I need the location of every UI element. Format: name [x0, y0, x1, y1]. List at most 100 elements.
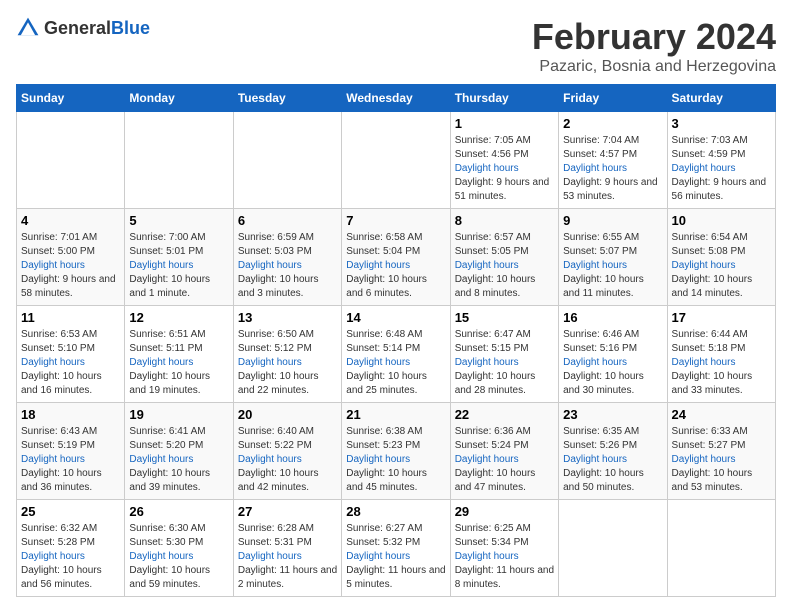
- daylight-label: Daylight hours: [346, 454, 410, 465]
- header-day-monday: Monday: [125, 85, 233, 112]
- week-row-3: 11Sunrise: 6:53 AMSunset: 5:10 PMDayligh…: [17, 306, 776, 403]
- calendar-cell: [342, 112, 450, 209]
- day-number: 5: [129, 213, 228, 228]
- day-info: Sunrise: 6:44 AMSunset: 5:18 PMDaylight …: [672, 328, 771, 398]
- calendar-cell: [559, 500, 667, 597]
- header-day-tuesday: Tuesday: [233, 85, 341, 112]
- day-info: Sunrise: 7:05 AMSunset: 4:56 PMDaylight …: [455, 134, 554, 204]
- daylight-label: Daylight hours: [455, 551, 519, 562]
- day-info: Sunrise: 6:33 AMSunset: 5:27 PMDaylight …: [672, 425, 771, 495]
- day-info: Sunrise: 6:35 AMSunset: 5:26 PMDaylight …: [563, 425, 662, 495]
- daylight-label: Daylight hours: [21, 551, 85, 562]
- calendar-cell: 7Sunrise: 6:58 AMSunset: 5:04 PMDaylight…: [342, 209, 450, 306]
- daylight-label: Daylight hours: [129, 357, 193, 368]
- daylight-label: Daylight hours: [21, 454, 85, 465]
- calendar-cell: 10 Sunrise: 6:54 AMSunset: 5:08 PMDayligh…: [667, 209, 775, 306]
- day-number: 27: [238, 504, 337, 519]
- calendar-cell: 14 Sunrise: 6:48 AMSunset: 5:14 PMDayligh…: [342, 306, 450, 403]
- day-info: Sunrise: 7:01 AMSunset: 5:00 PMDaylight …: [21, 231, 120, 301]
- day-number: 2: [563, 116, 662, 131]
- daylight-label: Daylight hours: [563, 163, 627, 174]
- week-row-2: 4Sunrise: 7:01 AMSunset: 5:00 PMDaylight…: [17, 209, 776, 306]
- logo-blue: Blue: [111, 18, 150, 38]
- day-info: Sunrise: 6:55 AMSunset: 5:07 PMDaylight …: [563, 231, 662, 301]
- title-area: February 2024 Pazaric, Bosnia and Herzeg…: [532, 16, 776, 76]
- calendar-cell: 11Sunrise: 6:53 AMSunset: 5:10 PMDayligh…: [17, 306, 125, 403]
- week-row-4: 18 Sunrise: 6:43 AMSunset: 5:19 PMDayligh…: [17, 403, 776, 500]
- calendar-cell: 5Sunrise: 7:00 AMSunset: 5:01 PMDaylight…: [125, 209, 233, 306]
- calendar-cell: 26Sunrise: 6:30 AMSunset: 5:30 PMDayligh…: [125, 500, 233, 597]
- calendar-cell: 22 Sunrise: 6:36 AMSunset: 5:24 PMDayligh…: [450, 403, 558, 500]
- calendar-cell: 19Sunrise: 6:41 AMSunset: 5:20 PMDayligh…: [125, 403, 233, 500]
- day-number: 26: [129, 504, 228, 519]
- month-title: February 2024: [532, 16, 776, 58]
- calendar-cell: 20Sunrise: 6:40 AMSunset: 5:22 PMDayligh…: [233, 403, 341, 500]
- daylight-label: Daylight hours: [129, 551, 193, 562]
- day-number: 22: [455, 407, 554, 422]
- calendar-cell: 25Sunrise: 6:32 AMSunset: 5:28 PMDayligh…: [17, 500, 125, 597]
- calendar-cell: 27Sunrise: 6:28 AMSunset: 5:31 PMDayligh…: [233, 500, 341, 597]
- week-row-1: 1 Sunrise: 7:05 AMSunset: 4:56 PMDaylight…: [17, 112, 776, 209]
- day-info: Sunrise: 6:27 AMSunset: 5:32 PMDaylight …: [346, 522, 445, 592]
- calendar-cell: 8Sunrise: 6:57 AMSunset: 5:05 PMDaylight…: [450, 209, 558, 306]
- daylight-label: Daylight hours: [672, 454, 736, 465]
- day-number: 23: [563, 407, 662, 422]
- day-number: 19: [129, 407, 228, 422]
- day-info: Sunrise: 6:53 AMSunset: 5:10 PMDaylight …: [21, 328, 120, 398]
- daylight-label: Daylight hours: [672, 163, 736, 174]
- day-number: 25: [21, 504, 120, 519]
- day-info: Sunrise: 6:36 AMSunset: 5:24 PMDaylight …: [455, 425, 554, 495]
- calendar-cell: 18 Sunrise: 6:43 AMSunset: 5:19 PMDayligh…: [17, 403, 125, 500]
- day-number: 24: [672, 407, 771, 422]
- day-number: 18: [21, 407, 120, 422]
- daylight-label: Daylight hours: [129, 260, 193, 271]
- daylight-label: Daylight hours: [346, 357, 410, 368]
- logo-general: General: [44, 18, 111, 38]
- day-info: Sunrise: 6:50 AMSunset: 5:12 PMDaylight …: [238, 328, 337, 398]
- day-info: Sunrise: 6:43 AMSunset: 5:19 PMDaylight …: [21, 425, 120, 495]
- day-number: 14: [346, 310, 445, 325]
- day-info: Sunrise: 6:48 AMSunset: 5:14 PMDaylight …: [346, 328, 445, 398]
- daylight-label: Daylight hours: [455, 260, 519, 271]
- daylight-label: Daylight hours: [21, 357, 85, 368]
- day-number: 20: [238, 407, 337, 422]
- daylight-label: Daylight hours: [238, 357, 302, 368]
- day-number: 17: [672, 310, 771, 325]
- calendar-cell: [17, 112, 125, 209]
- day-number: 10: [672, 213, 771, 228]
- day-number: 1: [455, 116, 554, 131]
- calendar-cell: 13 Sunrise: 6:50 AMSunset: 5:12 PMDayligh…: [233, 306, 341, 403]
- calendar-cell: 12Sunrise: 6:51 AMSunset: 5:11 PMDayligh…: [125, 306, 233, 403]
- logo-icon: [16, 16, 40, 40]
- daylight-label: Daylight hours: [455, 357, 519, 368]
- daylight-label: Daylight hours: [563, 357, 627, 368]
- calendar-cell: 6Sunrise: 6:59 AMSunset: 5:03 PMDaylight…: [233, 209, 341, 306]
- daylight-label: Daylight hours: [238, 551, 302, 562]
- daylight-label: Daylight hours: [455, 454, 519, 465]
- day-info: Sunrise: 6:38 AMSunset: 5:23 PMDaylight …: [346, 425, 445, 495]
- header-day-saturday: Saturday: [667, 85, 775, 112]
- calendar-cell: 23 Sunrise: 6:35 AMSunset: 5:26 PMDayligh…: [559, 403, 667, 500]
- day-number: 7: [346, 213, 445, 228]
- week-row-5: 25Sunrise: 6:32 AMSunset: 5:28 PMDayligh…: [17, 500, 776, 597]
- daylight-label: Daylight hours: [238, 454, 302, 465]
- calendar-cell: 24 Sunrise: 6:33 AMSunset: 5:27 PMDayligh…: [667, 403, 775, 500]
- day-info: Sunrise: 6:47 AMSunset: 5:15 PMDaylight …: [455, 328, 554, 398]
- day-number: 8: [455, 213, 554, 228]
- day-number: 13: [238, 310, 337, 325]
- day-info: Sunrise: 6:54 AMSunset: 5:08 PMDaylight …: [672, 231, 771, 301]
- calendar-cell: 3Sunrise: 7:03 AMSunset: 4:59 PMDaylight…: [667, 112, 775, 209]
- day-info: Sunrise: 6:46 AMSunset: 5:16 PMDaylight …: [563, 328, 662, 398]
- calendar-table: SundayMondayTuesdayWednesdayThursdayFrid…: [16, 84, 776, 597]
- day-number: 15: [455, 310, 554, 325]
- page-header: GeneralBlue February 2024 Pazaric, Bosni…: [16, 16, 776, 76]
- calendar-cell: 17 Sunrise: 6:44 AMSunset: 5:18 PMDayligh…: [667, 306, 775, 403]
- day-number: 9: [563, 213, 662, 228]
- calendar-cell: 4Sunrise: 7:01 AMSunset: 5:00 PMDaylight…: [17, 209, 125, 306]
- day-number: 3: [672, 116, 771, 131]
- day-number: 21: [346, 407, 445, 422]
- logo: GeneralBlue: [16, 16, 150, 40]
- calendar-cell: 9 Sunrise: 6:55 AMSunset: 5:07 PMDaylight…: [559, 209, 667, 306]
- calendar-cell: 28Sunrise: 6:27 AMSunset: 5:32 PMDayligh…: [342, 500, 450, 597]
- header-day-friday: Friday: [559, 85, 667, 112]
